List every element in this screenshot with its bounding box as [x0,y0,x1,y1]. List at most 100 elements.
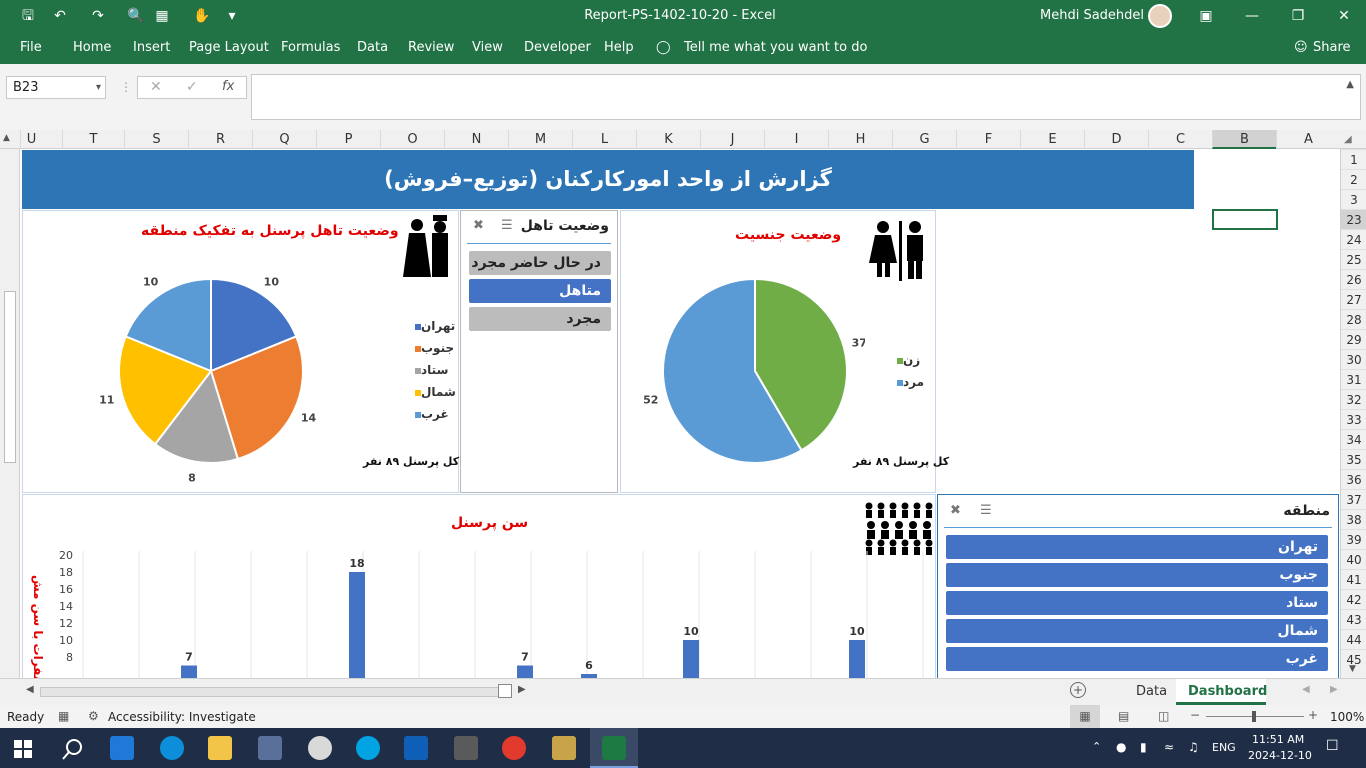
scroll-right-icon[interactable]: ▶ [518,684,526,695]
row-header[interactable]: 40 [1341,549,1366,569]
scrollbar-thumb[interactable] [4,291,16,463]
col-header[interactable]: H [828,130,892,149]
slicer-item-single[interactable]: مجرد [469,307,611,331]
windows-start-icon[interactable] [14,740,32,758]
next-sheet-icon[interactable]: ▶ [1330,684,1338,695]
tab-formulas[interactable]: Formulas [281,40,340,55]
marital-slicer[interactable]: وضعیت تاهل ✖ ☰ در حال حاضر مجرد متاهل مج… [460,210,618,493]
row-header-selected[interactable]: 23 [1341,209,1366,229]
share-button[interactable]: Share [1313,40,1351,55]
row-header[interactable]: 35 [1341,449,1366,469]
row-header[interactable]: 25 [1341,249,1366,269]
minimize-icon[interactable]: — [1242,6,1262,26]
add-sheet-button[interactable]: + [1070,682,1086,698]
sheet-tab-data[interactable]: Data [1136,684,1167,699]
scroll-left-icon[interactable]: ▲ [3,133,10,143]
language-indicator[interactable]: ENG [1212,741,1236,754]
formula-input[interactable]: ▲ [251,74,1361,120]
row-header[interactable]: 27 [1341,289,1366,309]
tab-file[interactable]: File [20,40,42,55]
col-header[interactable]: C [1148,130,1212,149]
col-header[interactable]: A [1276,130,1340,149]
tab-developer[interactable]: Developer [524,40,591,55]
enter-icon[interactable]: ✓ [186,79,198,95]
row-header[interactable]: 36 [1341,469,1366,489]
scroll-down-icon[interactable]: ▼ [1349,664,1356,674]
page-layout-view-icon[interactable]: ▤ [1118,709,1129,723]
tab-home[interactable]: Home [73,40,111,55]
collapse-formula-icon[interactable]: ▲ [1346,79,1354,90]
chrome-icon[interactable] [502,736,526,760]
col-header[interactable]: I [764,130,828,149]
prev-sheet-icon[interactable]: ◀ [1302,684,1310,695]
tab-view[interactable]: View [472,40,503,55]
row-header[interactable]: 34 [1341,429,1366,449]
select-all-icon[interactable]: ◢ [1344,134,1352,145]
gender-chart-panel[interactable]: وضعیت جنسیت 37 52 زن مرد کل پرسنل ۸۹ نفر [620,210,949,493]
row-header[interactable]: 41 [1341,569,1366,589]
row-header[interactable]: 30 [1341,349,1366,369]
slicer-item-tehran[interactable]: تهران [946,535,1328,559]
page-break-view-icon[interactable]: ◫ [1158,709,1169,723]
touch-mode-icon[interactable]: ✋ [192,6,212,26]
avatar[interactable] [1148,4,1172,28]
tab-page-layout[interactable]: Page Layout [189,40,269,55]
cancel-icon[interactable]: ✕ [150,79,162,95]
user-name[interactable]: Mehdi Sadehdel [1040,8,1144,23]
tab-insert[interactable]: Insert [133,40,170,55]
slicer-item-north[interactable]: شمال [946,619,1328,643]
scrollbar-thumb[interactable] [498,684,512,698]
row-header[interactable]: 2 [1341,169,1366,189]
slicer-item-married[interactable]: متاهل [469,279,611,303]
clear-filter-icon[interactable]: ✖ [950,503,961,518]
internet-explorer-icon[interactable] [110,736,134,760]
row-header[interactable]: 43 [1341,609,1366,629]
col-header[interactable]: S [124,130,188,149]
ribbon-display-icon[interactable]: ▣ [1196,6,1216,26]
slicer-item-headquarters[interactable]: ستاد [946,591,1328,615]
excel-taskbar-button[interactable] [590,728,638,768]
horizontal-scrollbar[interactable] [40,687,500,697]
file-explorer-icon[interactable] [208,736,232,760]
normal-view-icon[interactable]: ▦ [1070,705,1100,728]
name-box[interactable]: B23 ▾ [6,76,106,99]
zoom-slider-thumb[interactable] [1252,711,1256,722]
age-chart-panel[interactable]: سن پرسنل تعداد نفرات با سن مش 8 10 12 14… [22,494,936,678]
marital-pie-chart[interactable]: 10 14 8 11 10 [83,251,363,491]
tab-data[interactable]: Data [357,40,388,55]
slicer-item-south[interactable]: جنوب [946,563,1328,587]
col-header[interactable]: M [508,130,572,149]
multi-select-icon[interactable]: ☰ [980,503,992,518]
vertical-scrollbar[interactable] [0,149,20,678]
row-header[interactable]: 31 [1341,369,1366,389]
insert-function-button[interactable]: fx [222,79,234,94]
col-header[interactable]: N [444,130,508,149]
col-header[interactable]: O [380,130,444,149]
calculator-icon[interactable] [454,736,478,760]
col-header[interactable]: U [20,130,42,149]
clear-filter-icon[interactable]: ✖ [473,218,484,233]
chevron-down-icon[interactable]: ▾ [96,77,101,98]
col-header[interactable]: L [572,130,636,149]
search-icon[interactable] [62,738,84,760]
scroll-left-icon[interactable]: ◀ [26,684,34,695]
col-header[interactable]: R [188,130,252,149]
volume-icon[interactable]: ♫ [1188,740,1199,754]
zoom-in-icon[interactable]: + [1308,708,1318,722]
tab-help[interactable]: Help [604,40,634,55]
customize-qat-icon[interactable]: ▾ [222,6,242,26]
row-header[interactable]: 26 [1341,269,1366,289]
battery-icon[interactable]: ▮ [1140,740,1147,754]
col-header[interactable]: T [62,130,124,149]
col-header[interactable]: J [700,130,764,149]
slicer-item-currently-single[interactable]: در حال حاضر مجرد [469,251,611,275]
zoom-out-icon[interactable]: − [1190,708,1200,722]
close-icon[interactable]: ✕ [1334,6,1354,26]
zoom-level[interactable]: 100% [1330,710,1364,724]
col-header-selected[interactable]: B [1212,130,1276,149]
col-header[interactable]: E [1020,130,1084,149]
row-header[interactable]: 29 [1341,329,1366,349]
col-header[interactable]: K [636,130,700,149]
tray-icon[interactable]: ● [1116,740,1126,754]
print-preview-icon[interactable]: 🔍 [126,6,146,26]
